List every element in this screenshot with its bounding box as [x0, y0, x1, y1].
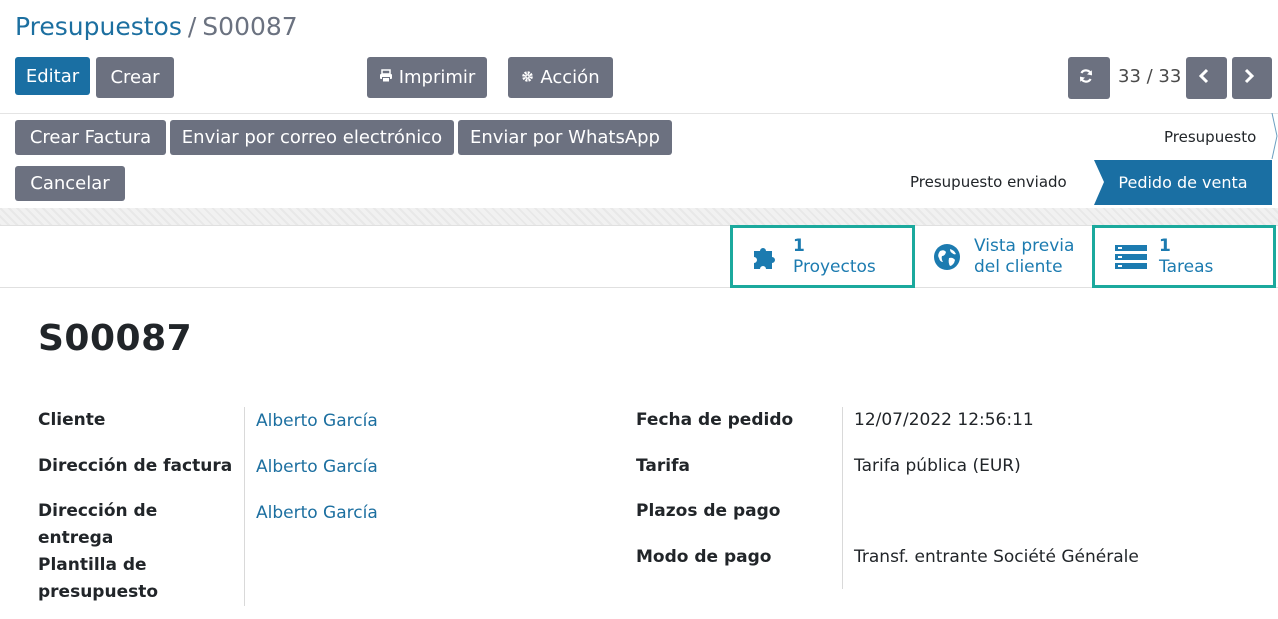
send-email-button[interactable]: Enviar por correo electrónico [170, 120, 454, 155]
action-button[interactable]: Acción [508, 57, 613, 98]
tasks-icon [1115, 243, 1147, 271]
breadcrumb-link-presupuestos[interactable]: Presupuestos [15, 12, 182, 41]
puzzle-icon [750, 242, 780, 272]
field-label-direccion-factura: Dirección de factura [38, 456, 233, 476]
stage-chevron-icon [1271, 113, 1278, 159]
customer-preview-line1: Vista previa [974, 235, 1075, 256]
stage-arrow-notch [1094, 160, 1104, 205]
pager-previous-button[interactable] [1186, 57, 1227, 99]
record-title: S00087 [38, 318, 193, 359]
tareas-label: Tareas [1159, 256, 1214, 277]
sheet-background [0, 208, 1278, 226]
stage-pedido-de-venta[interactable]: Pedido de venta [1094, 160, 1272, 205]
field-label-plazos-pago: Plazos de pago [636, 501, 781, 521]
field-value-fecha-pedido[interactable]: 12/07/2022 12:56:11 [854, 410, 1034, 430]
left-group-divider [244, 407, 245, 606]
smart-button-customer-preview[interactable]: Vista previa del cliente [918, 225, 1094, 288]
print-icon [379, 67, 399, 88]
action-label: Acción [540, 67, 600, 88]
print-label: Imprimir [398, 67, 476, 88]
pager-next-button[interactable] [1232, 57, 1272, 99]
right-group-divider [842, 407, 843, 589]
chevron-right-icon [1243, 68, 1261, 89]
create-button[interactable]: Crear [96, 57, 174, 98]
breadcrumb-separator: / [187, 12, 197, 41]
breadcrumb: Presupuestos / S00087 [15, 10, 298, 44]
field-label-modo-pago: Modo de pago [636, 547, 772, 567]
field-value-tarifa[interactable]: Tarifa pública (EUR) [854, 456, 1021, 476]
pager-value: 33 / 33 [1118, 66, 1182, 87]
send-whatsapp-button[interactable]: Enviar por WhatsApp [458, 120, 672, 155]
field-label-direccion-entrega: Dirección de entrega [38, 501, 158, 548]
field-value-direccion-factura[interactable]: Alberto García [256, 457, 378, 477]
tareas-count: 1 [1159, 235, 1171, 256]
proyectos-label: Proyectos [793, 256, 876, 277]
stage-presupuesto-enviado[interactable]: Presupuesto enviado [910, 173, 1067, 191]
stage-presupuesto[interactable]: Presupuesto [1164, 128, 1256, 146]
field-label-plantilla-presupuesto: Plantilla de presupuesto [38, 555, 159, 602]
customer-preview-line2: del cliente [974, 256, 1063, 277]
field-value-cliente[interactable]: Alberto García [256, 411, 378, 431]
create-invoice-button[interactable]: Crear Factura [15, 120, 166, 155]
edit-button[interactable]: Editar [15, 57, 90, 95]
field-label-cliente: Cliente [38, 410, 106, 430]
refresh-icon [1078, 68, 1100, 89]
smart-button-tareas[interactable]: 1 Tareas [1092, 225, 1276, 288]
chevron-left-icon [1198, 68, 1216, 89]
globe-icon [933, 243, 961, 271]
print-button[interactable]: Imprimir [367, 57, 487, 98]
field-label-tarifa: Tarifa [636, 456, 690, 476]
cancel-button[interactable]: Cancelar [15, 166, 125, 201]
field-label-fecha-pedido: Fecha de pedido [636, 410, 794, 430]
field-value-direccion-entrega[interactable]: Alberto García [256, 503, 378, 523]
field-value-modo-pago[interactable]: Transf. entrante Société Générale [854, 547, 1139, 567]
proyectos-count: 1 [793, 235, 805, 256]
refresh-button[interactable] [1068, 57, 1110, 99]
breadcrumb-current: S00087 [202, 12, 298, 41]
gear-icon [521, 67, 540, 88]
smart-button-proyectos[interactable]: 1 Proyectos [730, 225, 915, 288]
